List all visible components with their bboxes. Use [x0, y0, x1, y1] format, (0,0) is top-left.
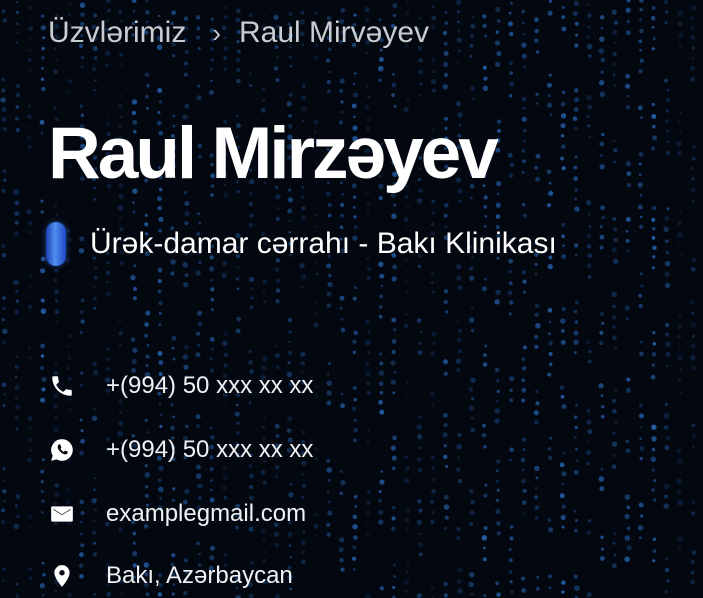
whatsapp-icon	[48, 436, 76, 464]
email-address[interactable]: examplegmail.com	[106, 500, 306, 528]
breadcrumb-current: Raul Mirvəyev	[239, 16, 430, 49]
location-text[interactable]: Bakı, Azərbaycan	[106, 562, 293, 590]
phone-number[interactable]: +(994) 50 xxx xx xx	[106, 372, 313, 400]
location-pin-icon	[48, 562, 76, 590]
whatsapp-number[interactable]: +(994) 50 xxx xx xx	[106, 436, 313, 464]
phone-icon	[48, 372, 76, 400]
contact-whatsapp[interactable]: +(994) 50 xxx xx xx	[48, 436, 313, 464]
contact-email[interactable]: examplegmail.com	[48, 500, 306, 528]
breadcrumb: Üzvlərimiz › Raul Mirvəyev	[48, 16, 429, 50]
profile-title: Ürək-damar cərrahı - Bakı Klinikası	[90, 227, 557, 260]
contact-location[interactable]: Bakı, Azərbaycan	[48, 562, 293, 590]
breadcrumb-separator: ›	[212, 17, 221, 48]
profile-name: Raul Mirzəyev	[48, 113, 499, 194]
mail-icon	[48, 500, 76, 528]
breadcrumb-members-link[interactable]: Üzvlərimiz	[48, 16, 186, 50]
accent-pill	[46, 222, 66, 266]
profile-title-row: Ürək-damar cərrahı - Bakı Klinikası	[46, 222, 557, 266]
contact-phone[interactable]: +(994) 50 xxx xx xx	[48, 372, 313, 400]
